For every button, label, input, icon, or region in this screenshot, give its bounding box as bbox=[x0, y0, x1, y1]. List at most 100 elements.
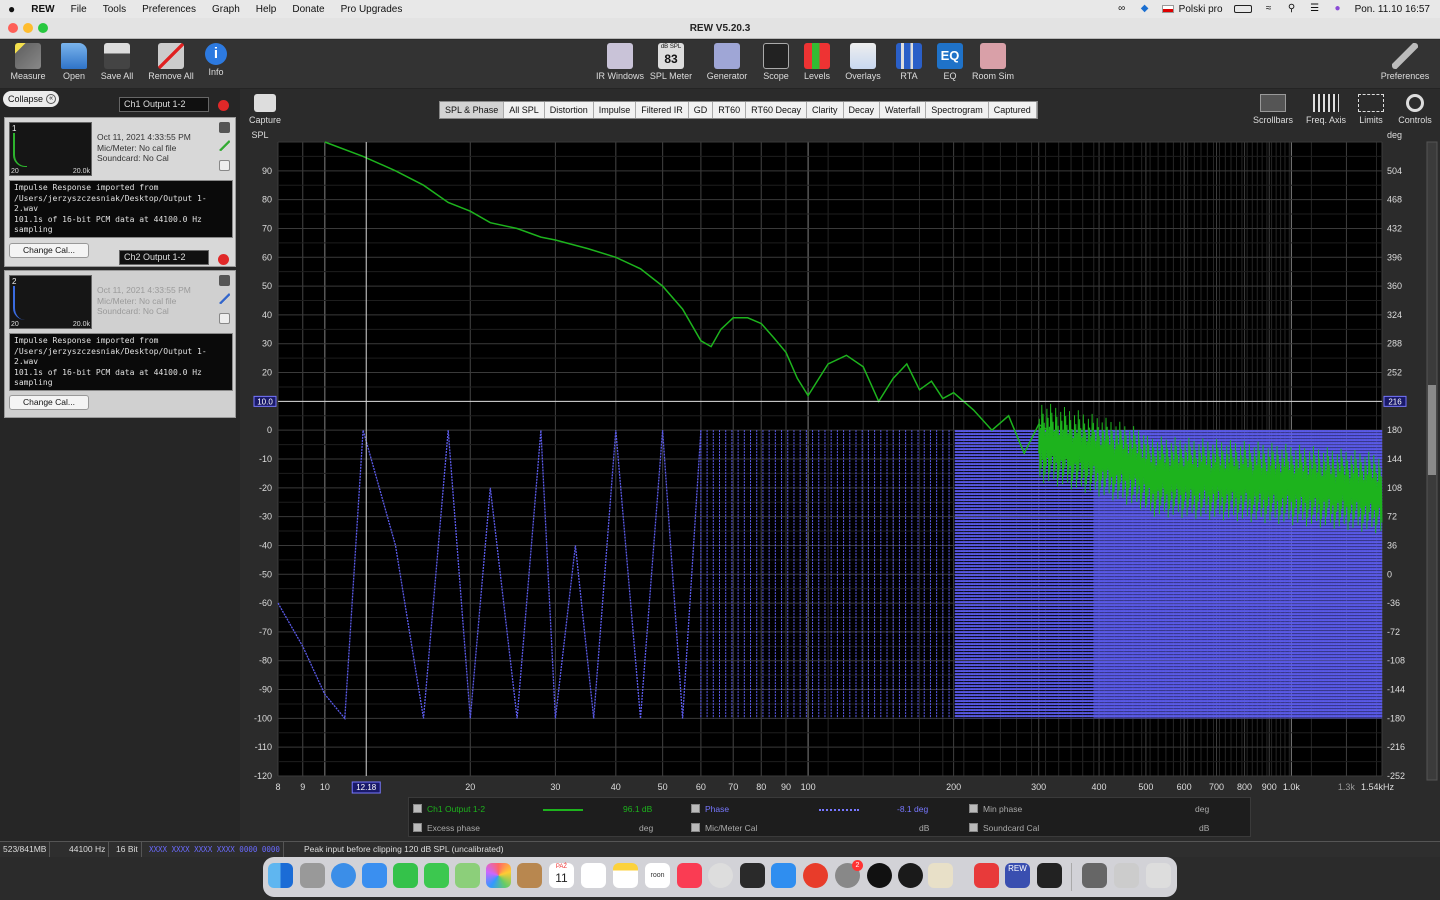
measurement-name-2[interactable]: Ch2 Output 1-2 bbox=[119, 250, 209, 265]
mixer-icon[interactable] bbox=[867, 863, 892, 888]
app-menu[interactable]: REW bbox=[23, 4, 62, 15]
clock[interactable]: Pon. 11.10 16:57 bbox=[1355, 4, 1430, 15]
capture-button[interactable]: Capture bbox=[248, 94, 282, 125]
scrollbars-button[interactable]: Scrollbars bbox=[1251, 94, 1295, 125]
music-icon[interactable] bbox=[677, 863, 702, 888]
menu-pro-upgrades[interactable]: Pro Upgrades bbox=[333, 4, 411, 15]
legend-mic-cal[interactable]: Mic/Meter Cal dB bbox=[691, 821, 961, 835]
keyboard-layout[interactable]: Polski pro bbox=[1179, 4, 1223, 15]
instruments-icon[interactable] bbox=[740, 863, 765, 888]
controls-button[interactable]: Controls bbox=[1395, 94, 1435, 125]
network-app-icon[interactable] bbox=[898, 863, 923, 888]
terminal-icon[interactable] bbox=[1037, 863, 1062, 888]
limits-button[interactable]: Limits bbox=[1355, 94, 1387, 125]
notes-icon[interactable] bbox=[219, 313, 230, 324]
tab-distortion[interactable]: Distortion bbox=[545, 102, 594, 118]
save-measurement-icon[interactable] bbox=[219, 275, 230, 286]
tab-rt60-decay[interactable]: RT60 Decay bbox=[746, 102, 807, 118]
save-all-button[interactable]: Save All bbox=[89, 43, 145, 81]
freq-axis-button[interactable]: Freq. Axis bbox=[1304, 94, 1348, 125]
control-center-icon[interactable]: ☰ bbox=[1309, 4, 1321, 14]
reminders-icon[interactable] bbox=[581, 863, 606, 888]
measurement-thumbnail-2[interactable]: 2 20 20.0k bbox=[9, 275, 92, 329]
tab-decay[interactable]: Decay bbox=[844, 102, 881, 118]
bit-depth[interactable]: 16 Bit bbox=[113, 842, 142, 857]
zoom-window-button[interactable] bbox=[38, 23, 48, 33]
launchpad-icon[interactable] bbox=[300, 863, 325, 888]
documents-icon[interactable] bbox=[1114, 863, 1139, 888]
calendar-icon[interactable]: PAŹ 11 bbox=[549, 863, 574, 888]
tab-impulse[interactable]: Impulse bbox=[594, 102, 637, 118]
app-store-icon[interactable] bbox=[771, 863, 796, 888]
memory-usage[interactable]: 523/841MB bbox=[0, 842, 51, 857]
generator-button[interactable]: Generator bbox=[699, 43, 755, 81]
remove-measurement-icon[interactable] bbox=[218, 100, 229, 111]
close-window-button[interactable] bbox=[8, 23, 18, 33]
roon-icon[interactable]: roon bbox=[645, 863, 670, 888]
remove-measurement-icon[interactable] bbox=[218, 254, 229, 265]
tab-filtered-ir[interactable]: Filtered IR bbox=[636, 102, 689, 118]
room-sim-button[interactable]: Room Sim bbox=[964, 43, 1022, 81]
siri-icon[interactable]: ● bbox=[1332, 4, 1344, 14]
change-cal-button-2[interactable]: Change Cal... bbox=[9, 395, 89, 410]
safari-icon[interactable] bbox=[331, 863, 356, 888]
legend-checkbox[interactable] bbox=[969, 804, 978, 813]
legend-ch1[interactable]: Ch1 Output 1-2 96.1 dB bbox=[413, 802, 683, 816]
tab-gd[interactable]: GD bbox=[689, 102, 714, 118]
measurement-card-2[interactable]: Ch2 Output 1-2 2 20 20.0k Oct 11, 2021 4… bbox=[4, 250, 236, 418]
ir-windows-button[interactable]: IR Windows bbox=[591, 43, 649, 81]
messages-icon[interactable] bbox=[424, 863, 449, 888]
system-preferences-icon[interactable]: 2 bbox=[835, 860, 863, 888]
legend-min-phase[interactable]: Min phase deg bbox=[969, 802, 1239, 816]
sample-rate[interactable]: 44100 Hz bbox=[66, 842, 110, 857]
notes-icon[interactable] bbox=[219, 160, 230, 171]
edit-measurement-icon[interactable] bbox=[219, 293, 230, 304]
legend-checkbox[interactable] bbox=[691, 804, 700, 813]
menu-donate[interactable]: Donate bbox=[284, 4, 332, 15]
rew-icon[interactable]: REW bbox=[1005, 863, 1030, 888]
contacts-icon[interactable] bbox=[517, 863, 542, 888]
spl-meter-button[interactable]: dB SPL 83 SPL Meter bbox=[644, 43, 698, 81]
photos-icon[interactable] bbox=[486, 863, 511, 888]
tab-all-spl[interactable]: All SPL bbox=[504, 102, 545, 118]
spotlight-search-icon[interactable]: ⚲ bbox=[1286, 4, 1298, 14]
battery-icon[interactable] bbox=[1233, 5, 1252, 13]
info-button[interactable]: i Info bbox=[188, 43, 244, 77]
collapse-button[interactable]: Collapse « bbox=[3, 91, 60, 107]
tab-spectrogram[interactable]: Spectrogram bbox=[926, 102, 989, 118]
measurement-notes-2[interactable]: Impulse Response imported from /Users/je… bbox=[9, 333, 233, 391]
measurement-thumbnail-1[interactable]: 1 20 20.0k bbox=[9, 122, 92, 176]
network-status-icon[interactable]: ◆ bbox=[1139, 4, 1151, 14]
menu-tools[interactable]: Tools bbox=[95, 4, 134, 15]
menu-graph[interactable]: Graph bbox=[204, 4, 248, 15]
minimize-window-button[interactable] bbox=[23, 23, 33, 33]
wifi-icon[interactable]: ≈ bbox=[1263, 4, 1275, 14]
people-icon[interactable] bbox=[928, 863, 953, 888]
tab-spl-phase[interactable]: SPL & Phase bbox=[440, 102, 505, 118]
trash-icon[interactable] bbox=[1146, 863, 1171, 888]
apple-menu-icon[interactable]: ● bbox=[0, 2, 23, 16]
finder-icon[interactable] bbox=[268, 863, 293, 888]
menu-file[interactable]: File bbox=[63, 4, 95, 15]
tab-captured[interactable]: Captured bbox=[989, 102, 1037, 118]
legend-checkbox[interactable] bbox=[413, 804, 422, 813]
menu-help[interactable]: Help bbox=[248, 4, 285, 15]
notes-app-icon[interactable] bbox=[613, 863, 638, 888]
legend-excess-phase[interactable]: Excess phase deg bbox=[413, 821, 683, 835]
disk-utility-icon[interactable] bbox=[708, 863, 733, 888]
maps-icon[interactable] bbox=[455, 863, 480, 888]
change-cal-button-1[interactable]: Change Cal... bbox=[9, 243, 89, 258]
legend-checkbox[interactable] bbox=[413, 823, 422, 832]
legend-checkbox[interactable] bbox=[691, 823, 700, 832]
tab-clarity[interactable]: Clarity bbox=[807, 102, 844, 118]
flashcard-icon[interactable] bbox=[803, 863, 828, 888]
downloads-icon[interactable] bbox=[1082, 863, 1107, 888]
save-measurement-icon[interactable] bbox=[219, 122, 230, 133]
creative-cloud-icon[interactable]: ∞ bbox=[1116, 4, 1128, 14]
measurement-notes-1[interactable]: Impulse Response imported from /Users/je… bbox=[9, 180, 233, 238]
tab-waterfall[interactable]: Waterfall bbox=[880, 102, 927, 118]
facetime-icon[interactable] bbox=[393, 863, 418, 888]
tab-rt60[interactable]: RT60 bbox=[713, 102, 747, 118]
measurement-card-1[interactable]: Ch1 Output 1-2 1 20 20.0k Oct 11, 2021 4… bbox=[4, 97, 236, 267]
mail-icon[interactable] bbox=[362, 863, 387, 888]
